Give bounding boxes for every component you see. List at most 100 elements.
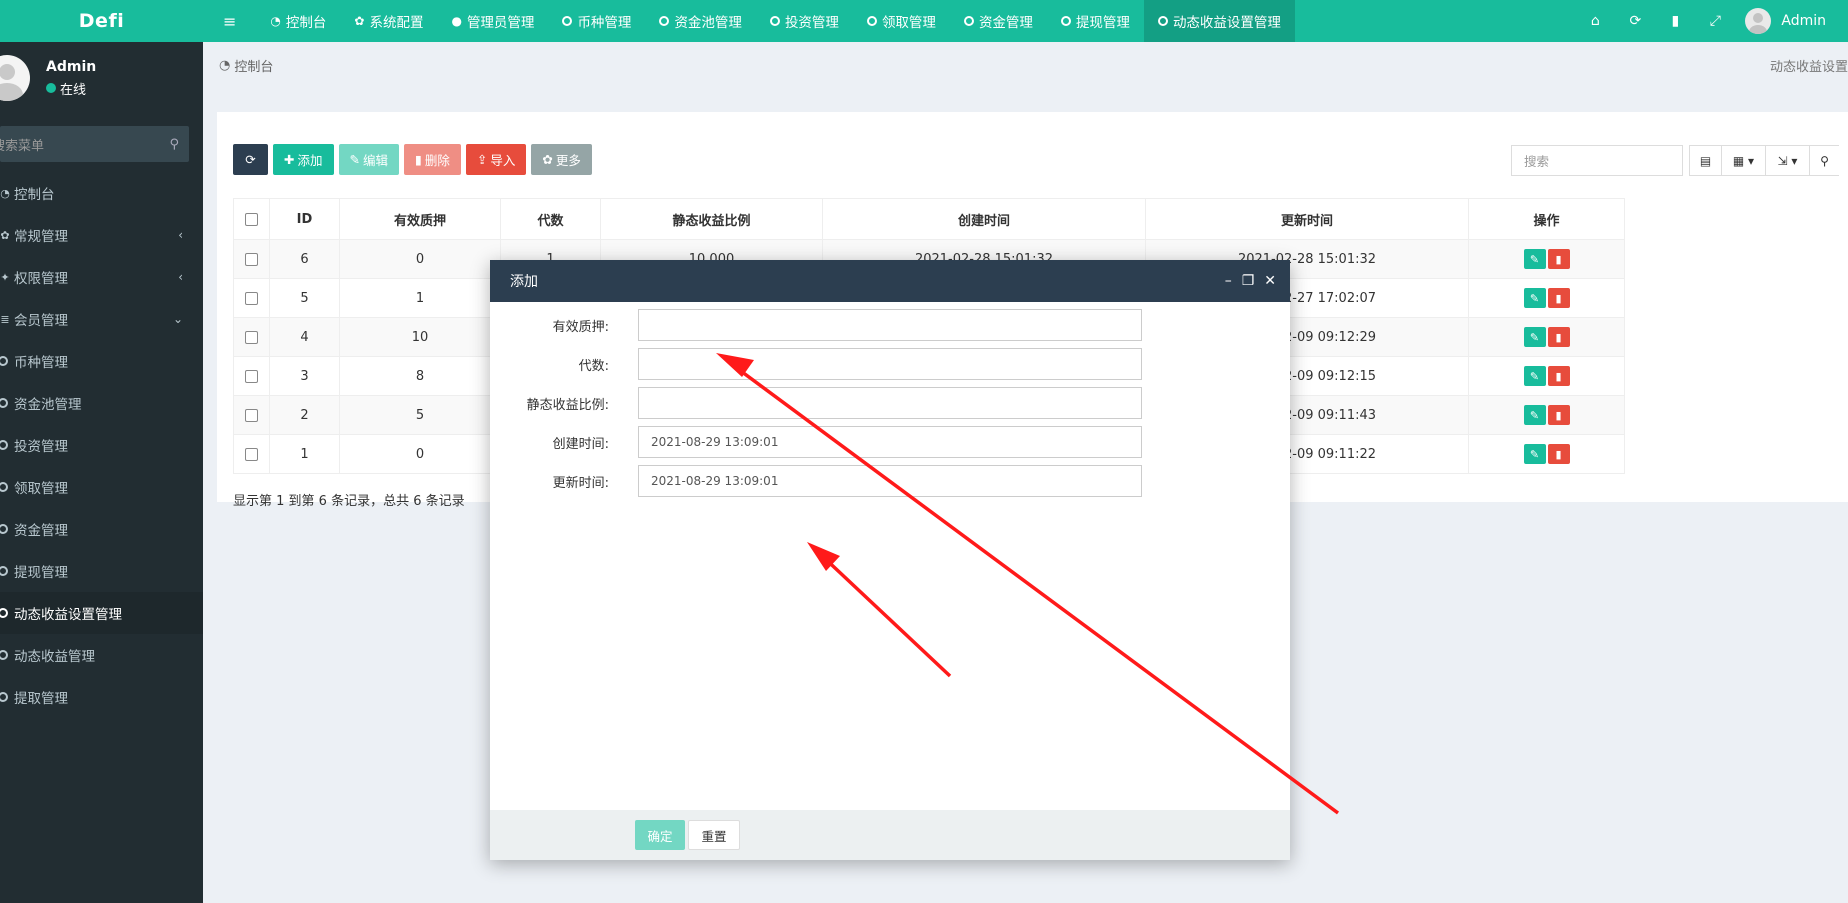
toggle-view-button[interactable]: ▤ — [1689, 145, 1722, 176]
nav-tab-dashboard[interactable]: ◔ 控制台 — [256, 0, 340, 42]
row-checkbox[interactable] — [233, 356, 270, 396]
more-button[interactable]: ✿ 更多 — [531, 144, 592, 175]
form-input-4[interactable]: 2021-08-29 13:09:01 — [638, 465, 1142, 497]
reset-button[interactable]: 重置 — [688, 820, 740, 850]
sidebar-item-3[interactable]: ≣ 会员管理 ⌄ — [0, 298, 203, 340]
col-updated[interactable]: 更新时间 — [1145, 198, 1469, 240]
circle-icon — [1060, 16, 1071, 26]
sidebar-item-8[interactable]: 资金管理 — [0, 508, 203, 550]
cell-id: 4 — [269, 317, 340, 357]
online-dot-icon — [46, 83, 56, 93]
form-input-2[interactable] — [638, 387, 1142, 419]
sidebar-item-0[interactable]: ◔ 控制台 — [0, 172, 203, 214]
circle-icon — [769, 16, 780, 26]
cell-id: 5 — [269, 278, 340, 318]
row-edit-button[interactable]: ✎ — [1523, 288, 1546, 308]
columns-button[interactable]: ▦ ▾ — [1721, 145, 1766, 176]
close-icon[interactable]: ✕ — [1264, 273, 1276, 289]
dialog-header[interactable]: 添加 – ❐ ✕ — [490, 260, 1290, 302]
form-row: 有效质押: — [490, 309, 1290, 341]
form-input-1[interactable] — [638, 348, 1142, 380]
sidebar-item-6[interactable]: 投资管理 — [0, 424, 203, 466]
sidebar-item-1[interactable]: ✿ 常规管理 ‹ — [0, 214, 203, 256]
sidebar-item-7[interactable]: 领取管理 — [0, 466, 203, 508]
form-input-3[interactable]: 2021-08-29 13:09:01 — [638, 426, 1142, 458]
sidebar-search-input[interactable]: 搜索菜单 ⚲ — [0, 126, 189, 162]
sidebar-item-2[interactable]: ✦ 权限管理 ‹ — [0, 256, 203, 298]
sidebar-toggle-button[interactable]: ≡ — [203, 0, 256, 42]
select-all-checkbox[interactable] — [233, 198, 270, 240]
pencil-icon: ✎ — [1529, 252, 1540, 266]
breadcrumb-current: 动态收益设置 — [1769, 60, 1848, 75]
checkbox-icon — [245, 408, 258, 422]
row-delete-button[interactable]: ▮ — [1547, 405, 1570, 425]
refresh-icon: ⟳ — [245, 152, 256, 167]
cell-actions: ✎ ▮ — [1468, 239, 1625, 279]
nav-tab-coin[interactable]: 币种管理 — [548, 0, 645, 42]
sidebar-item-9[interactable]: 提现管理 — [0, 550, 203, 592]
user-menu[interactable]: Admin — [1735, 8, 1848, 34]
sidebar-item-label: 控制台 — [14, 187, 55, 203]
col-stake[interactable]: 有效质押 — [339, 198, 501, 240]
confirm-button[interactable]: 确定 — [635, 820, 685, 850]
table-icon: ▤ — [1699, 153, 1712, 168]
home-button[interactable]: ⌂ — [1575, 0, 1615, 42]
checkbox-icon — [245, 252, 258, 266]
nav-tab-withdraw[interactable]: 提现管理 — [1047, 0, 1144, 42]
form-input-0[interactable] — [638, 309, 1142, 341]
import-button[interactable]: ⇪ 导入 — [465, 144, 527, 175]
pencil-icon: ✎ — [1529, 369, 1540, 383]
minimize-icon[interactable]: – — [1225, 273, 1232, 289]
sidebar-item-12[interactable]: 提取管理 — [0, 676, 203, 718]
row-checkbox[interactable] — [233, 317, 270, 357]
fullscreen-button[interactable]: ⤢ — [1695, 0, 1735, 42]
add-button[interactable]: ✚ 添加 — [273, 144, 334, 175]
row-delete-button[interactable]: ▮ — [1547, 366, 1570, 386]
row-checkbox[interactable] — [233, 239, 270, 279]
nav-tab-claim[interactable]: 领取管理 — [853, 0, 950, 42]
breadcrumb[interactable]: ◔ 控制台 — [203, 42, 1848, 88]
sidebar-item-4[interactable]: 币种管理 — [0, 340, 203, 382]
row-checkbox[interactable] — [233, 434, 270, 474]
col-generation[interactable]: 代数 — [500, 198, 601, 240]
search-icon[interactable]: ⚲ — [169, 137, 179, 152]
circle-icon — [0, 650, 12, 660]
dashboard-icon: ◔ — [219, 57, 231, 73]
sidebar-item-5[interactable]: 资金池管理 — [0, 382, 203, 424]
nav-tab-pool[interactable]: 资金池管理 — [645, 0, 756, 42]
row-checkbox[interactable] — [233, 278, 270, 318]
nav-tab-funds[interactable]: 资金管理 — [950, 0, 1047, 42]
row-delete-button[interactable]: ▮ — [1547, 444, 1570, 464]
table-search-input[interactable]: 搜索 — [1511, 145, 1683, 176]
export-button[interactable]: ⇲ ▾ — [1765, 145, 1810, 176]
col-created[interactable]: 创建时间 — [822, 198, 1146, 240]
delete-button[interactable]: ▮ 删除 — [404, 144, 461, 175]
nav-tab-system-config[interactable]: ✿ 系统配置 — [340, 0, 437, 42]
row-checkbox[interactable] — [233, 395, 270, 435]
nav-tab-admin[interactable]: ● 管理员管理 — [437, 0, 548, 42]
maximize-icon[interactable]: ❐ — [1242, 273, 1255, 289]
row-delete-button[interactable]: ▮ — [1547, 249, 1570, 269]
row-edit-button[interactable]: ✎ — [1523, 327, 1546, 347]
row-edit-button[interactable]: ✎ — [1523, 249, 1546, 269]
refresh-table-button[interactable]: ⟳ — [233, 144, 268, 175]
nav-tab-invest[interactable]: 投资管理 — [756, 0, 853, 42]
refresh-button[interactable]: ⟳ — [1615, 0, 1655, 42]
top-nav: ≡ ◔ 控制台 ✿ 系统配置 ● 管理员管理 币种管理 资金池管理 投资管理 领取管理… — [203, 0, 1295, 42]
row-delete-button[interactable]: ▮ — [1547, 327, 1570, 347]
row-edit-button[interactable]: ✎ — [1523, 444, 1546, 464]
col-ratio[interactable]: 静态收益比例 — [600, 198, 823, 240]
sidebar-item-11[interactable]: 动态收益管理 — [0, 634, 203, 676]
search-toggle-button[interactable]: ⚲ — [1809, 145, 1839, 176]
expand-icon: ⤢ — [1709, 13, 1721, 29]
row-edit-button[interactable]: ✎ — [1523, 405, 1546, 425]
col-id[interactable]: ID — [269, 198, 340, 240]
circle-icon — [0, 356, 12, 366]
row-delete-button[interactable]: ▮ — [1547, 288, 1570, 308]
sidebar-item-10[interactable]: 动态收益设置管理 — [0, 592, 203, 634]
brand-logo[interactable]: Defi — [0, 0, 203, 42]
edit-button[interactable]: ✎ 编辑 — [338, 144, 399, 175]
row-edit-button[interactable]: ✎ — [1523, 366, 1546, 386]
clear-cache-button[interactable]: ▮ — [1655, 0, 1695, 42]
nav-tab-dynamic-settings[interactable]: 动态收益设置管理 — [1143, 0, 1295, 42]
